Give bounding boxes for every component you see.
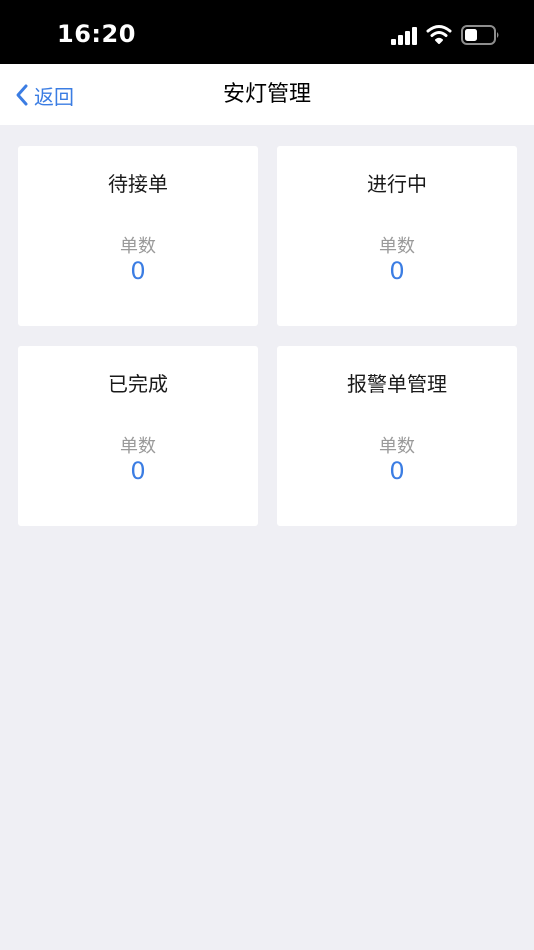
signal-icon (391, 27, 417, 45)
back-label: 返回 (34, 84, 74, 109)
card-title: 进行中 (367, 172, 427, 196)
card-title: 待接单 (108, 172, 168, 196)
card-count-value: 0 (389, 257, 405, 285)
card-count-value: 0 (389, 457, 405, 485)
back-button[interactable]: 返回 (14, 79, 74, 111)
card-title: 已完成 (108, 372, 168, 396)
chevron-left-icon (16, 84, 28, 106)
card-alarm-management[interactable]: 报警单管理 单数 0 (277, 346, 517, 526)
page-title: 安灯管理 (222, 82, 311, 107)
card-count-label: 单数 (120, 236, 156, 257)
status-bar: 16:20 (0, 0, 534, 64)
card-pending[interactable]: 待接单 单数 0 (18, 146, 258, 326)
card-title: 报警单管理 (347, 372, 447, 396)
nav-bar: 返回 安灯管理 (0, 64, 534, 125)
card-in-progress[interactable]: 进行中 单数 0 (277, 146, 517, 326)
wifi-icon (426, 25, 452, 44)
card-count-value: 0 (130, 457, 146, 485)
status-time: 16:20 (57, 20, 136, 48)
card-count-label: 单数 (379, 236, 415, 257)
card-completed[interactable]: 已完成 单数 0 (18, 346, 258, 526)
card-count-label: 单数 (120, 436, 156, 457)
battery-icon (461, 25, 499, 45)
card-count-label: 单数 (379, 436, 415, 457)
card-count-value: 0 (130, 257, 146, 285)
